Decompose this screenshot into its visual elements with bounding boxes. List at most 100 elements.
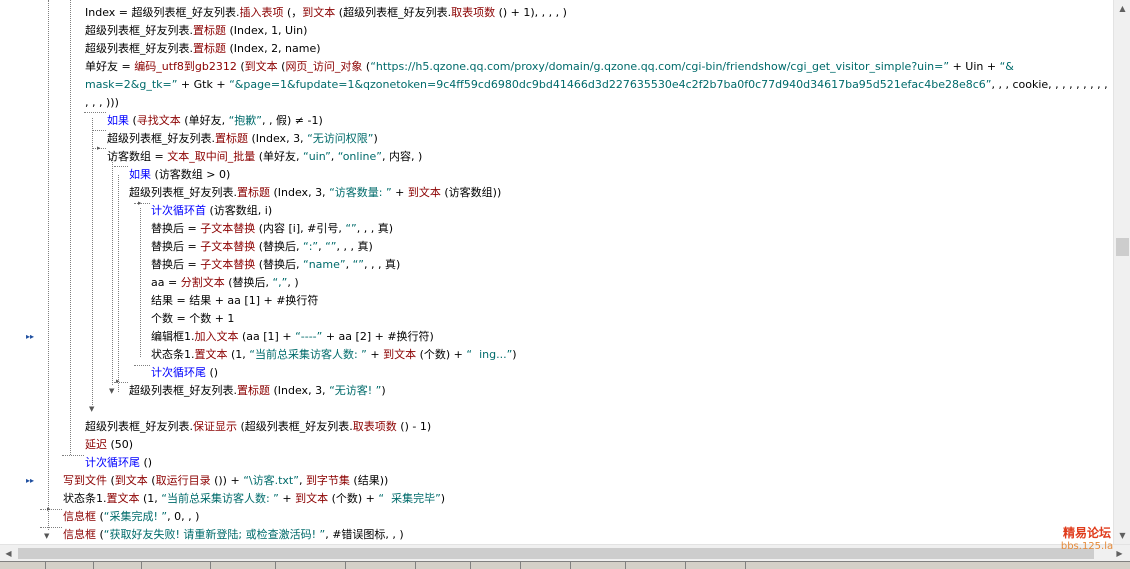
code-token: , , , 真): [336, 240, 373, 253]
vertical-scrollbar[interactable]: ▲ ▼: [1113, 0, 1130, 544]
code-token: (访客数组)): [440, 186, 502, 199]
code-token: 子文本替换: [200, 222, 256, 235]
code-token: (访客数组, i): [206, 204, 273, 217]
breakpoint-arrow-icon[interactable]: ▸▸: [26, 332, 34, 341]
code-token: (50): [107, 438, 134, 451]
code-line[interactable]: 状态条1.置文本 (1, “当前总采集访客人数: ” + 到文本 (个数) + …: [63, 491, 445, 507]
code-line[interactable]: 结果 = 结果 + aa [1] + #换行符: [151, 293, 318, 309]
breakpoint-arrow-icon[interactable]: ▸▸: [26, 476, 34, 485]
code-line[interactable]: 访客数组 = 文本_取中间_批量 (单好友, “uin”, “online”, …: [107, 149, 422, 165]
code-line[interactable]: 单好友 = 编码_utf8到gb2312 (到文本 (网页_访问_对象 (“ht…: [85, 59, 1014, 75]
code-token: (替换后,: [224, 276, 273, 289]
code-token: ,: [298, 474, 306, 487]
code-line[interactable]: 超级列表框_好友列表.保证显示 (超级列表框_好友列表.取表项数 () - 1): [85, 419, 431, 435]
forum-watermark: 精易论坛 bbs.125.la: [1052, 527, 1122, 553]
code-token: 子文本替换: [200, 258, 256, 271]
code-line[interactable]: 延迟 (50): [85, 437, 133, 453]
code-token: 写到文件: [63, 474, 107, 487]
guide-line: [48, 0, 49, 530]
code-line[interactable]: 超级列表框_好友列表.置标题 (Index, 2, name): [85, 41, 321, 57]
code-token: , , , ))): [85, 96, 119, 109]
code-line[interactable]: mask=2&g_tk=” + Gtk + “&page=1&fupdate=1…: [85, 77, 1108, 93]
code-line[interactable]: 计次循环尾 (): [151, 365, 218, 381]
code-token: , 0, , ): [167, 510, 200, 523]
code-token: 保证显示: [193, 420, 237, 433]
horizontal-scrollbar[interactable]: ◀ ▶: [0, 544, 1130, 562]
code-token: 访客数组 =: [107, 150, 168, 163]
code-token: +: [366, 348, 384, 361]
code-token: 超级列表框_好友列表.: [129, 186, 237, 199]
code-token: “采集完成! ”: [103, 510, 168, 523]
code-token: + aa [2] + #换行符): [322, 330, 434, 343]
code-line[interactable]: 信息框 (“采集完成! ”, 0, , ): [63, 509, 199, 525]
code-token: + Gtk +: [177, 78, 230, 91]
arrow-right-icon: ▸: [116, 377, 120, 385]
code-line[interactable]: 信息框 (“获取好友失败! 请重新登陆; 或检查激活码! ”, #错误图标, ,…: [63, 527, 404, 543]
code-token: “name”: [303, 258, 346, 271]
code-token: 取表项数: [352, 420, 397, 433]
code-line[interactable]: 替换后 = 子文本替换 (内容 [i], #引号, “”, , , 真): [151, 221, 393, 237]
arrow-down-icon: ▼: [89, 405, 95, 413]
scroll-up-icon[interactable]: ▲: [1115, 1, 1130, 16]
line-gutter[interactable]: ▸▸ ▸▸: [0, 0, 46, 544]
code-token: 到字节集: [305, 474, 350, 487]
code-line[interactable]: 超级列表框_好友列表.置标题 (Index, 3, “无访问权限”): [107, 131, 378, 147]
code-line[interactable]: 状态条1.置文本 (1, “当前总采集访客人数: ” + 到文本 (个数) + …: [151, 347, 517, 363]
code-token: “ 采集完毕”: [378, 492, 441, 505]
code-token: 到文本: [244, 60, 278, 73]
code-token: “”: [325, 240, 337, 253]
code-line[interactable]: 替换后 = 子文本替换 (替换后, “:”, “”, , , 真): [151, 239, 373, 255]
code-token: ): [373, 132, 378, 145]
code-line[interactable]: 个数 = 个数 + 1: [151, 311, 234, 327]
code-token: Index =: [85, 6, 132, 19]
code-line[interactable]: 如果 (寻找文本 (单好友, “抱歉”, , 假) ≠ -1): [107, 113, 323, 129]
code-line[interactable]: 如果 (访客数组 > 0): [129, 167, 230, 183]
watermark-url: bbs.125.la: [1060, 541, 1114, 552]
code-token: 替换后 =: [151, 222, 201, 235]
code-token: 到文本: [295, 492, 329, 505]
code-token: 置文本: [194, 348, 228, 361]
code-token: 寻找文本: [136, 114, 181, 127]
code-token: , , , cookie, , , , , , , , ,: [991, 78, 1108, 91]
code-token: 置文本: [106, 492, 140, 505]
code-token: “ ing...”: [466, 348, 513, 361]
code-line[interactable]: , , , ))): [85, 95, 119, 111]
code-line[interactable]: 计次循环尾 (): [85, 455, 152, 471]
scroll-left-icon[interactable]: ◀: [1, 546, 16, 561]
code-line[interactable]: 写到文件 (到文本 (取运行目录 ()) + “\访客.txt”, 到字节集 (…: [63, 473, 388, 489]
code-line[interactable]: aa = 分割文本 (替换后, “,”, ): [151, 275, 299, 291]
code-token: 加入文本: [194, 330, 239, 343]
guide-branch: [134, 365, 150, 366]
code-token: (Index, 3,: [248, 132, 308, 145]
code-token: 超级列表框_好友列表.: [107, 132, 215, 145]
code-token: 网页_访问_对象: [285, 60, 363, 73]
code-line[interactable]: 超级列表框_好友列表.置标题 (Index, 3, “无访客! ”): [129, 383, 386, 399]
code-line[interactable]: 替换后 = 子文本替换 (替换后, “name”, “”, , , 真): [151, 257, 400, 273]
code-line[interactable]: Index = 超级列表框_好友列表.插入表项 (，到文本 (超级列表框_好友列…: [85, 5, 567, 21]
code-token: +: [391, 186, 408, 199]
code-line[interactable]: 编辑框1.加入文本 (aa [1] + “----” + aa [2] + #换…: [151, 329, 434, 345]
code-editor[interactable]: ▸▸ ▸▸ ▸ ▸ ▸ ▼ ▼ ▼ ▸ Index = 超级列表框_好友列表.插入表项 (，到…: [0, 0, 1113, 544]
horizontal-scroll-thumb[interactable]: [18, 548, 1094, 559]
code-line[interactable]: 计次循环首 (访客数组, i): [151, 203, 272, 219]
code-line[interactable]: 超级列表框_好友列表.置标题 (Index, 1, Uin): [85, 23, 307, 39]
code-token: 信息框: [63, 528, 96, 541]
code-token: 状态条1.: [151, 348, 195, 361]
vertical-scroll-thumb[interactable]: [1116, 238, 1129, 256]
code-token: (个数) +: [328, 492, 379, 505]
code-token: (Index, 3,: [270, 384, 330, 397]
code-token: (1,: [227, 348, 250, 361]
code-token: 延迟: [85, 438, 107, 451]
code-token: 取运行目录: [155, 474, 211, 487]
guide-branch: [134, 203, 150, 204]
code-token: “”: [345, 222, 357, 235]
code-token: , #错误图标, , ): [325, 528, 404, 541]
code-line[interactable]: 超级列表框_好友列表.置标题 (Index, 3, “访客数量: ” + 到文本…: [129, 185, 501, 201]
guide-line: [70, 0, 71, 455]
code-token: (替换后,: [255, 258, 303, 271]
code-token: “”: [352, 258, 364, 271]
guide-branch: [40, 527, 62, 528]
code-token: mask=2&g_tk=”: [85, 78, 178, 91]
code-token: () + 1), , , , ): [495, 6, 567, 19]
code-token: 置标题: [237, 186, 270, 199]
